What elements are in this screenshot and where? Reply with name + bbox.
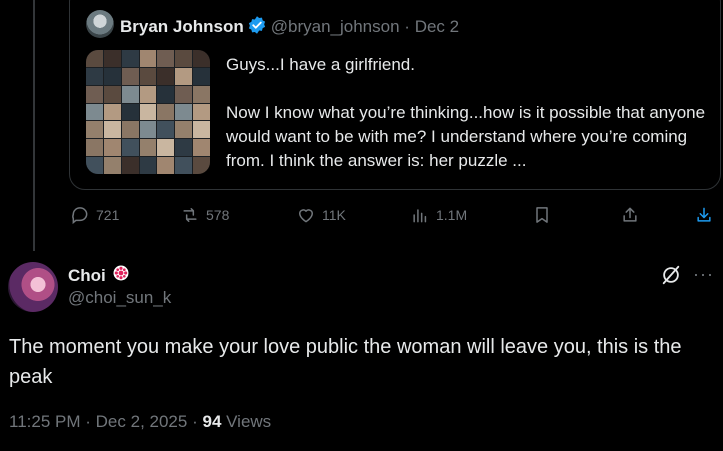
collage-photo-tile xyxy=(139,85,157,103)
collage-photo-tile xyxy=(175,85,193,103)
quoted-tweet-header: Bryan Johnson @bryan_johnson · Dec 2 xyxy=(120,15,459,40)
collage-photo-tile xyxy=(86,103,103,121)
like-count: 11K xyxy=(322,207,346,223)
collage-photo-tile xyxy=(193,103,210,121)
verified-badge-icon xyxy=(247,15,267,40)
collage-photo-tile xyxy=(157,67,175,85)
collage-photo-tile xyxy=(175,157,193,174)
collage-photo-tile xyxy=(103,67,121,85)
collage-photo-tile xyxy=(121,50,139,67)
reply-author-handle[interactable]: @choi_sun_k xyxy=(68,288,171,308)
thread-connector-line xyxy=(33,0,35,251)
quoted-author-name[interactable]: Bryan Johnson xyxy=(120,17,244,36)
collage-photo-tile xyxy=(193,85,210,103)
collage-photo-tile xyxy=(175,103,193,121)
reply-views-count: 94 xyxy=(202,412,222,431)
quoted-tweet-text: Guys...I have a girlfriend. Now I know w… xyxy=(226,55,706,170)
collage-photo-tile xyxy=(103,121,121,139)
collage-photo-tile xyxy=(175,121,193,139)
collage-photo-tile xyxy=(193,50,210,67)
views-button[interactable]: 1.1M xyxy=(410,205,467,225)
collage-photo-tile xyxy=(86,157,103,174)
collage-photo-tile xyxy=(103,85,121,103)
grok-icon xyxy=(662,265,680,285)
reply-author-avatar[interactable] xyxy=(8,262,58,312)
collage-photo-tile xyxy=(193,121,210,139)
bookmark-button[interactable] xyxy=(532,205,552,225)
reply-icon xyxy=(72,207,88,225)
collage-photo-tile xyxy=(86,50,103,67)
collage-photo-tile xyxy=(86,139,103,157)
collage-photo-tile xyxy=(157,50,175,67)
download-button[interactable] xyxy=(694,205,714,225)
collage-photo-tile xyxy=(103,50,121,67)
collage-photo-tile xyxy=(103,157,121,174)
tweet-action-bar: 721 578 11K 1.1M xyxy=(70,205,720,233)
collage-photo-tile xyxy=(193,157,210,174)
collage-photo-tile xyxy=(139,50,157,67)
view-count: 1.1M xyxy=(436,207,468,223)
bookmark-icon xyxy=(536,207,548,223)
quoted-tweet-card[interactable]: Bryan Johnson @bryan_johnson · Dec 2 Guys… xyxy=(69,0,721,190)
heart-icon xyxy=(299,209,313,223)
collage-photo-tile xyxy=(103,103,121,121)
reply-author-name[interactable]: Choi xyxy=(68,266,106,286)
collage-photo-tile xyxy=(86,121,103,139)
header-separator: · xyxy=(404,17,410,36)
collage-photo-tile xyxy=(121,139,139,157)
share-button[interactable] xyxy=(620,205,640,225)
reply-metadata: 11:25 PM · Dec 2, 2025 · 94 Views xyxy=(9,412,271,432)
collage-photo-tile xyxy=(86,67,103,85)
collage-photo-tile xyxy=(139,67,157,85)
collage-photo-tile xyxy=(157,139,175,157)
reply-text: The moment you make your love public the… xyxy=(9,336,682,388)
affiliate-badge-icon xyxy=(112,264,130,287)
grok-button[interactable] xyxy=(660,264,682,286)
reply-views-label: Views xyxy=(226,412,272,431)
collage-photo-tile xyxy=(157,157,175,174)
reply-author-name-row: Choi xyxy=(68,264,130,287)
collage-photo-tile xyxy=(139,139,157,157)
repost-icon xyxy=(183,208,197,222)
collage-photo-tile xyxy=(175,139,193,157)
repost-count: 578 xyxy=(206,207,230,223)
collage-photo-tile xyxy=(121,121,139,139)
download-icon xyxy=(697,207,711,222)
reply-button[interactable]: 721 xyxy=(70,205,119,225)
collage-photo-tile xyxy=(157,121,175,139)
repost-button[interactable]: 578 xyxy=(180,205,229,225)
collage-photo-tile xyxy=(103,139,121,157)
collage-photo-tile xyxy=(139,157,157,174)
collage-photo-tile xyxy=(139,103,157,121)
meta-separator-2: · xyxy=(192,412,198,431)
more-options-button[interactable]: ··· xyxy=(693,264,714,285)
reply-count: 721 xyxy=(96,207,120,223)
reply-date[interactable]: Dec 2, 2025 xyxy=(96,412,188,431)
analytics-icon xyxy=(413,209,427,223)
collage-photo-tile xyxy=(175,67,193,85)
collage-photo-tile xyxy=(121,157,139,174)
reply-time[interactable]: 11:25 PM xyxy=(9,412,81,431)
share-icon xyxy=(623,207,637,222)
collage-photo-tile xyxy=(139,121,157,139)
collage-photo-tile xyxy=(121,67,139,85)
collage-photo-tile xyxy=(121,103,139,121)
collage-photo-tile xyxy=(157,85,175,103)
quoted-tweet-photo-collage[interactable] xyxy=(86,50,210,174)
collage-photo-tile xyxy=(86,85,103,103)
collage-photo-tile xyxy=(175,50,193,67)
collage-photo-tile xyxy=(157,103,175,121)
collage-photo-tile xyxy=(193,67,210,85)
quoted-author-handle[interactable]: @bryan_johnson xyxy=(271,17,400,36)
quoted-author-avatar[interactable] xyxy=(86,10,114,38)
like-button[interactable]: 11K xyxy=(296,205,346,225)
collage-photo-tile xyxy=(121,85,139,103)
collage-photo-tile xyxy=(193,139,210,157)
meta-separator: · xyxy=(85,412,91,431)
quoted-tweet-date[interactable]: Dec 2 xyxy=(415,17,459,36)
